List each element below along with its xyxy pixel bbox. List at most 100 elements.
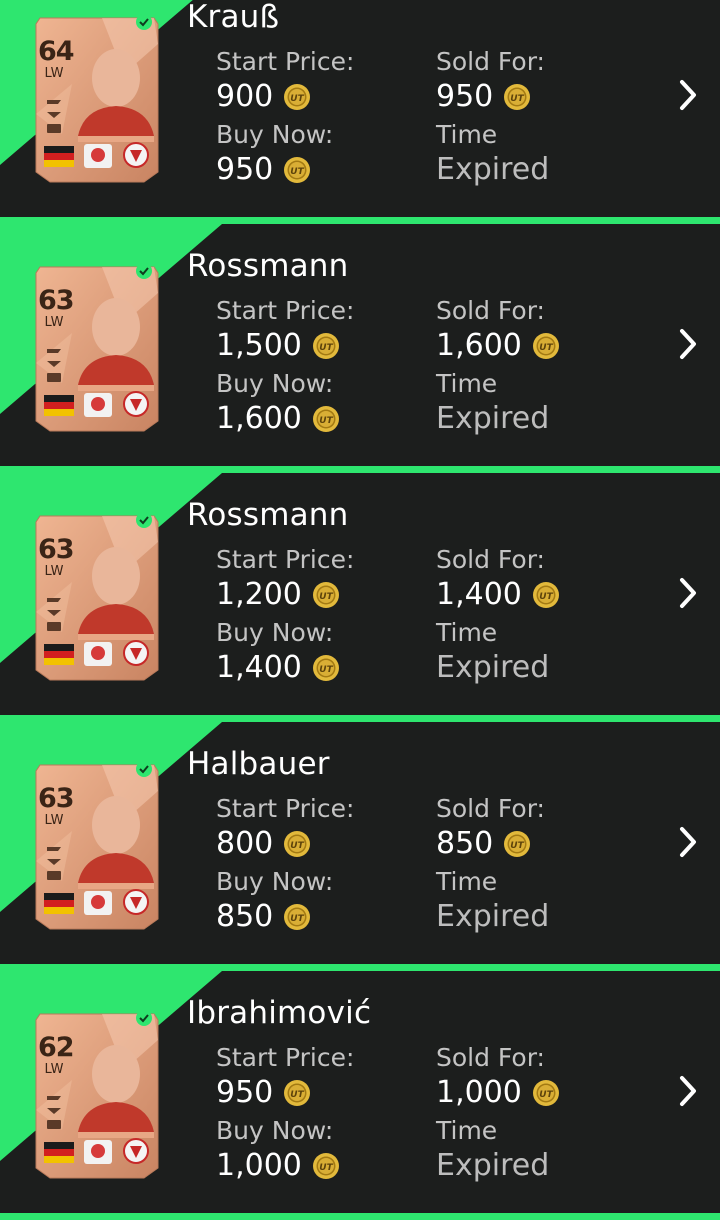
player-position: LW [44,564,64,579]
chevron-right-icon[interactable] [676,78,700,112]
listing-row[interactable]: 64 LW Krauß Start Price: 900 UT Buy Now: 950 UT S… [0,0,720,224]
player-name: Ibrahimović [187,995,372,1031]
coin-icon: UT [284,156,311,183]
listing-row[interactable]: 63 LW Rossmann Start Price: 1,200 UT Buy Now: 1… [0,473,720,722]
chevron-right-icon[interactable] [676,327,700,361]
start-price-value: 950 UT [216,1075,311,1110]
buy-now-label: Buy Now: [216,618,334,647]
svg-text:UT: UT [539,343,553,353]
buy-now-label: Buy Now: [216,120,334,149]
buy-now-label: Buy Now: [216,867,334,896]
buy-now-label: Buy Now: [216,369,334,398]
listing-row[interactable]: 63 LW Halbauer Start Price: 800 UT Buy Now: 850… [0,722,720,971]
buy-now-value: 850 UT [216,899,311,934]
sold-for-amount: 1,400 [436,577,522,612]
coin-icon: UT [284,830,311,857]
player-position: LW [44,1062,64,1077]
start-price-value: 1,500 UT [216,328,340,363]
player-name: Rossmann [187,497,349,533]
sold-for-amount: 1,600 [436,328,522,363]
buy-now-amount: 950 [216,152,274,187]
listing-row[interactable]: 63 LW Rossmann Start Price: 1,500 UT Buy Now: 1… [0,224,720,473]
sold-for-label: Sold For: [436,1043,545,1072]
svg-text:UT: UT [319,665,333,675]
player-position: LW [44,315,64,330]
start-price-value: 900 UT [216,79,311,114]
buy-now-amount: 1,400 [216,650,302,685]
start-price-value: 800 UT [216,826,311,861]
player-card[interactable]: 64 LW [32,14,162,184]
player-card[interactable]: 62 LW [32,1010,162,1180]
buy-now-value: 950 UT [216,152,311,187]
coin-icon: UT [504,830,531,857]
player-rating: 63 [38,285,75,316]
row-divider [0,964,720,971]
start-price-label: Start Price: [216,296,355,325]
player-card[interactable]: 63 LW [32,263,162,433]
coin-icon: UT [284,83,311,110]
start-price-label: Start Price: [216,47,355,76]
buy-now-amount: 1,600 [216,401,302,436]
sold-for-label: Sold For: [436,296,545,325]
transfer-list: 64 LW Krauß Start Price: 900 UT Buy Now: 950 UT S… [0,0,720,1220]
start-price-amount: 950 [216,1075,274,1110]
coin-icon: UT [532,332,559,359]
player-card[interactable]: 63 LW [32,761,162,931]
coin-icon: UT [284,903,311,930]
sold-for-value: 1,400 UT [436,577,560,612]
coin-icon: UT [504,83,531,110]
time-status: Expired [436,152,550,187]
start-price-amount: 1,200 [216,577,302,612]
time-label: Time [436,369,498,398]
sold-for-value: 950 UT [436,79,531,114]
sold-for-amount: 850 [436,826,494,861]
start-price-amount: 900 [216,79,274,114]
chevron-right-icon[interactable] [676,1074,700,1108]
player-position: LW [44,66,64,81]
svg-text:UT: UT [511,94,525,104]
start-price-amount: 800 [216,826,274,861]
chevron-right-icon[interactable] [676,825,700,859]
buy-now-label: Buy Now: [216,1116,334,1145]
sold-for-label: Sold For: [436,545,545,574]
svg-text:UT: UT [539,592,553,602]
player-card[interactable]: 63 LW [32,512,162,682]
player-name: Rossmann [187,248,349,284]
sold-for-value: 850 UT [436,826,531,861]
time-status: Expired [436,650,550,685]
time-label: Time [436,867,498,896]
coin-icon: UT [312,332,339,359]
buy-now-value: 1,600 UT [216,401,340,436]
time-label: Time [436,618,498,647]
time-label: Time [436,1116,498,1145]
buy-now-amount: 1,000 [216,1148,302,1183]
coin-icon: UT [312,581,339,608]
time-status: Expired [436,1148,550,1183]
sold-for-label: Sold For: [436,794,545,823]
player-rating: 64 [38,36,75,67]
svg-text:UT: UT [319,416,333,426]
coin-icon: UT [532,1079,559,1106]
coin-icon: UT [312,654,339,681]
start-price-value: 1,200 UT [216,577,340,612]
player-name: Halbauer [187,746,330,782]
svg-text:UT: UT [319,592,333,602]
chevron-right-icon[interactable] [676,576,700,610]
svg-text:UT: UT [319,1163,333,1173]
svg-text:UT: UT [291,94,305,104]
start-price-label: Start Price: [216,545,355,574]
coin-icon: UT [284,1079,311,1106]
row-divider [0,217,720,224]
start-price-label: Start Price: [216,1043,355,1072]
svg-text:UT: UT [291,167,305,177]
listing-row[interactable]: 62 LW Ibrahimović Start Price: 950 UT Buy Now:… [0,971,720,1220]
sold-for-label: Sold For: [436,47,545,76]
svg-text:UT: UT [511,841,525,851]
player-rating: 62 [38,1032,75,1063]
player-name: Krauß [187,0,280,35]
svg-text:UT: UT [539,1090,553,1100]
sold-for-value: 1,000 UT [436,1075,560,1110]
start-price-label: Start Price: [216,794,355,823]
time-label: Time [436,120,498,149]
sold-for-value: 1,600 UT [436,328,560,363]
